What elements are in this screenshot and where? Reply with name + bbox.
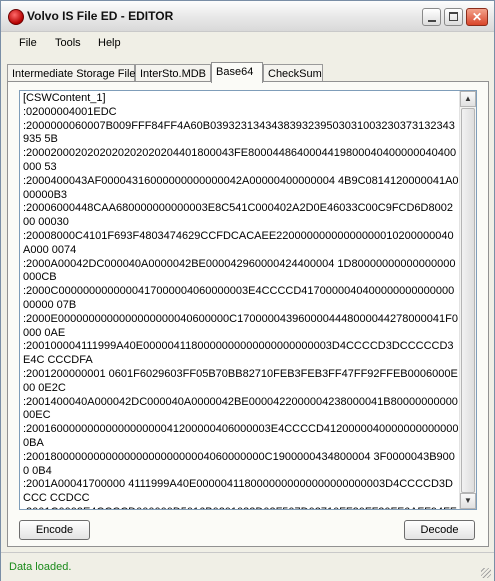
- close-icon: ✕: [471, 10, 483, 24]
- tab-strip: Intermediate Storage File InterSto.MDB B…: [7, 62, 487, 83]
- scroll-down-icon[interactable]: ▼: [460, 493, 476, 509]
- window-title: Volvo IS File ED - EDITOR: [27, 9, 174, 23]
- app-window: Volvo IS File ED - EDITOR ✕ File Tools H…: [0, 0, 495, 581]
- maximize-button[interactable]: [444, 8, 463, 26]
- scroll-up-icon[interactable]: ▲: [460, 91, 476, 107]
- tab-checksum[interactable]: CheckSum: [263, 64, 323, 82]
- base64-content[interactable]: [CSWContent_1] :02000004001EDC :20000000…: [23, 92, 459, 509]
- menu-file[interactable]: File: [19, 37, 37, 49]
- base64-text-area[interactable]: [CSWContent_1] :02000004001EDC :20000000…: [19, 90, 477, 510]
- menu-tools[interactable]: Tools: [55, 37, 81, 49]
- menu-help[interactable]: Help: [98, 37, 121, 49]
- scroll-thumb[interactable]: [461, 108, 475, 493]
- tab-base64[interactable]: Base64: [211, 62, 263, 83]
- title-bar[interactable]: Volvo IS File ED - EDITOR ✕: [1, 1, 494, 32]
- app-logo-icon: [8, 9, 24, 25]
- vertical-scrollbar[interactable]: ▲ ▼: [459, 91, 476, 509]
- decode-button[interactable]: Decode: [404, 520, 475, 540]
- tab-intermediate-storage-file[interactable]: Intermediate Storage File: [7, 64, 136, 82]
- close-button[interactable]: ✕: [466, 8, 488, 26]
- menu-bar: File Tools Help: [1, 32, 494, 54]
- base64-panel: [CSWContent_1] :02000004001EDC :20000000…: [7, 81, 489, 547]
- minimize-icon: [428, 20, 436, 22]
- resize-grip-icon[interactable]: [481, 568, 491, 578]
- encode-button[interactable]: Encode: [19, 520, 90, 540]
- status-bar: Data loaded.: [1, 552, 494, 581]
- status-text: Data loaded.: [9, 561, 72, 573]
- maximize-icon: [449, 12, 458, 21]
- tab-intersto-mdb[interactable]: InterSto.MDB: [135, 64, 211, 82]
- minimize-button[interactable]: [422, 8, 441, 26]
